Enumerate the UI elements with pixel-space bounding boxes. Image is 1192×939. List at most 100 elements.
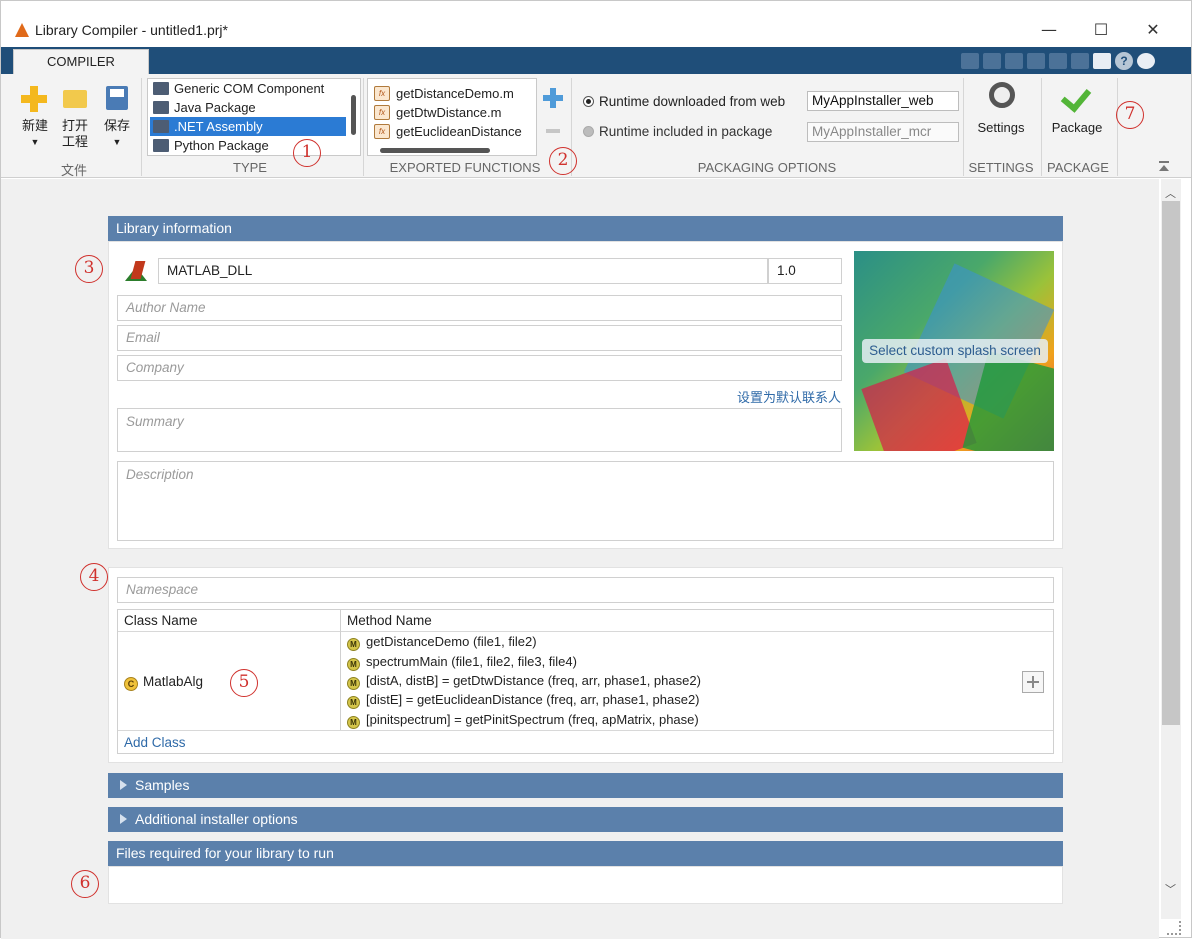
file-group-label: 文件: [60, 163, 87, 178]
package-button[interactable]: Package: [1045, 120, 1109, 135]
function-item-label: getDistanceDemo.m: [396, 86, 514, 101]
method-item[interactable]: MspectrumMain (file1, file2, file3, file…: [347, 652, 577, 672]
save-disk-icon[interactable]: [106, 86, 128, 110]
splash-screen-image[interactable]: Select custom splash screen: [854, 251, 1054, 451]
class-icon: C: [124, 677, 138, 691]
collapse-ribbon-icon[interactable]: [1159, 161, 1169, 171]
scroll-down-icon[interactable]: ﹀: [1165, 881, 1176, 897]
method-item[interactable]: M [distE] = getEuclideanDistance (freq, a…: [347, 690, 700, 710]
method-label: [pinitspectrum] = getPinitSpectrum (freq…: [366, 712, 699, 727]
method-label: [distA, distB] = getDtwDistance (freq, a…: [366, 673, 701, 688]
open-folder-icon[interactable]: [63, 90, 87, 108]
summary-input[interactable]: Summary: [117, 408, 842, 452]
set-default-contact-link[interactable]: 设置为默认联系人: [737, 387, 841, 406]
new-button[interactable]: 新建 ▼: [21, 118, 49, 150]
scroll-up-icon[interactable]: ︿: [1165, 185, 1176, 201]
redo-icon[interactable]: [1071, 53, 1089, 69]
function-item[interactable]: fx getDistanceDemo.m: [372, 84, 514, 103]
library-information-header: Library information: [108, 216, 1063, 241]
method-icon: M: [347, 677, 360, 690]
copy-icon[interactable]: [1005, 53, 1023, 69]
exported-functions-list[interactable]: fx getDistanceDemo.m fx getDtwDistance.m f…: [367, 78, 537, 156]
python-icon: [153, 139, 169, 152]
method-item[interactable]: MgetDistanceDemo (file1, file2): [347, 632, 537, 652]
description-input[interactable]: Description: [117, 461, 1054, 541]
function-item[interactable]: fx getEuclideanDistance: [372, 122, 522, 141]
runtime-web-installer-name[interactable]: MyAppInstaller_web: [807, 91, 959, 111]
library-icon[interactable]: [125, 259, 147, 281]
version-input[interactable]: 1.0: [768, 258, 842, 284]
new-icon[interactable]: [21, 86, 47, 112]
matlab-logo-icon: [15, 23, 29, 37]
samples-section-header[interactable]: Samples: [108, 773, 1063, 798]
paste-icon[interactable]: [1027, 53, 1045, 69]
remove-function-button[interactable]: [546, 129, 560, 133]
runtime-web-option[interactable]: Runtime downloaded from web: [583, 92, 785, 112]
close-button[interactable]: ✕: [1133, 15, 1173, 45]
cut-icon[interactable]: [983, 53, 1001, 69]
files-required-header: Files required for your library to run: [108, 841, 1063, 866]
maximize-button[interactable]: ☐: [1081, 15, 1121, 45]
settings-button[interactable]: Settings: [969, 120, 1033, 135]
checkmark-icon[interactable]: [1060, 81, 1092, 113]
save-icon[interactable]: [961, 53, 979, 69]
row-divider: [118, 730, 1053, 731]
runtime-included-option[interactable]: Runtime included in package: [583, 122, 772, 142]
save-dropdown-icon[interactable]: ▼: [103, 134, 131, 150]
class-row-matlabalg[interactable]: C MatlabAlg: [124, 674, 203, 691]
undo-icon[interactable]: [1049, 53, 1067, 69]
packaging-options-label: PACKAGING OPTIONS: [697, 160, 837, 175]
type-list-scrollbar[interactable]: [350, 81, 358, 153]
type-item-dotnet[interactable]: .NET Assembly: [150, 117, 346, 136]
email-input[interactable]: Email: [117, 325, 842, 351]
runtime-included-radio[interactable]: [583, 126, 594, 137]
type-list[interactable]: Generic COM Component Java Package .NET …: [147, 78, 361, 156]
save-button[interactable]: 保存 ▼: [103, 118, 131, 150]
installer-options-label: Additional installer options: [135, 811, 298, 827]
function-item[interactable]: fx getDtwDistance.m: [372, 103, 501, 122]
add-function-button[interactable]: [543, 88, 563, 108]
library-name-input[interactable]: MATLAB_DLL: [158, 258, 768, 284]
installer-options-section-header[interactable]: Additional installer options: [108, 807, 1063, 832]
company-input[interactable]: Company: [117, 355, 842, 381]
exported-functions-label: EXPORTED FUNCTIONS: [389, 160, 541, 175]
gear-icon[interactable]: [989, 82, 1015, 108]
group-divider: [363, 78, 364, 176]
method-label: spectrumMain (file1, file2, file3, file4…: [366, 654, 577, 669]
help-icon[interactable]: ?: [1115, 52, 1133, 70]
annotation-marker: 6: [71, 870, 99, 898]
function-file-icon: fx: [374, 124, 390, 139]
method-item[interactable]: M [pinitspectrum] = getPinitSpectrum (fre…: [347, 710, 699, 730]
runtime-web-radio[interactable]: [583, 96, 594, 107]
type-item-com[interactable]: Generic COM Component: [150, 79, 346, 98]
expand-down-icon[interactable]: [1137, 53, 1155, 69]
namespace-input[interactable]: Namespace: [117, 577, 1054, 603]
runtime-included-label: Runtime included in package: [599, 124, 773, 139]
function-list-scrollbar[interactable]: [380, 148, 490, 153]
quick-access-toolbar: ?: [961, 51, 1155, 71]
java-icon: [153, 101, 169, 114]
new-dropdown-icon[interactable]: ▼: [21, 134, 49, 150]
method-label: [distE] = getEuclideanDistance (freq, ar…: [366, 692, 700, 707]
dotnet-icon: [153, 120, 169, 133]
window-layout-icon[interactable]: [1093, 53, 1111, 69]
scroll-thumb[interactable]: [351, 95, 356, 135]
expand-arrow-icon[interactable]: [120, 780, 127, 790]
scroll-thumb[interactable]: [1162, 201, 1180, 725]
main-scrollbar[interactable]: ︿ ﹀: [1161, 179, 1181, 919]
runtime-included-installer-name[interactable]: MyAppInstaller_mcr: [807, 122, 959, 142]
type-item-java[interactable]: Java Package: [150, 98, 346, 117]
select-splash-screen-button[interactable]: Select custom splash screen: [862, 339, 1048, 363]
add-class-link[interactable]: Add Class: [124, 735, 186, 750]
expand-arrow-icon[interactable]: [120, 814, 127, 824]
minimize-button[interactable]: —: [1029, 15, 1069, 45]
open-project-button[interactable]: 打开 工程: [61, 118, 89, 150]
files-required-panel: [108, 866, 1063, 904]
group-divider: [141, 78, 142, 176]
tab-compiler[interactable]: COMPILER: [13, 49, 149, 74]
resize-grip[interactable]: [1167, 921, 1181, 935]
author-name-input[interactable]: Author Name: [117, 295, 842, 321]
method-icon: M: [347, 696, 360, 709]
add-method-button[interactable]: [1022, 671, 1044, 693]
method-item[interactable]: M [distA, distB] = getDtwDistance (freq, …: [347, 671, 701, 691]
